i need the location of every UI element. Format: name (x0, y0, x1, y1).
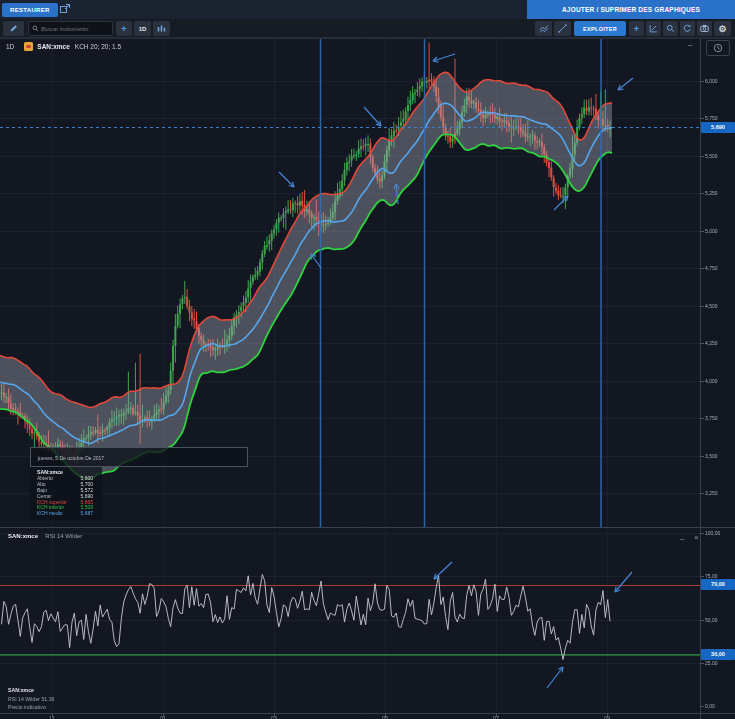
chart-symbol: SAN:xmce (37, 43, 70, 50)
clock-icon (713, 43, 723, 53)
search-icon (32, 25, 39, 32)
time-tick-label: 05 (382, 715, 388, 719)
draw-pencil-button[interactable] (3, 21, 24, 36)
rsi-lower-level-label: 30,00 (701, 649, 735, 660)
time-tick-label: 11 (49, 715, 55, 719)
price-tick-label: 3,250 (705, 490, 718, 496)
search-box[interactable] (28, 21, 113, 36)
settings-gear-icon[interactable]: ⚙ (714, 21, 731, 36)
rsi-tick-label: 25,00 (705, 660, 718, 666)
time-tick-label: 07 (493, 715, 499, 719)
external-link-icon[interactable] (59, 3, 73, 17)
minimize-chart-button[interactable]: – (688, 42, 692, 48)
rsi-footer-note: Precio indicativo (8, 703, 54, 712)
price-tick-label: 5,500 (705, 153, 718, 159)
tooltip-date: jueves, 5 De octubre De 2017 (30, 447, 248, 467)
refresh-icon[interactable] (680, 21, 695, 36)
last-price-label: 5,690 (701, 122, 735, 133)
compare-charts-icon[interactable] (535, 21, 552, 36)
price-tick-label: 5,250 (705, 190, 718, 196)
add-instrument-button[interactable]: + (116, 21, 132, 36)
price-tick-label: 4,000 (705, 378, 718, 384)
price-tick-label: 4,750 (705, 265, 718, 271)
chart-interval-label: 1D (6, 43, 14, 50)
chart-canvas[interactable] (0, 0, 735, 719)
chart-type-button[interactable] (153, 21, 170, 36)
tooltip-row: KCH medio5,687 (37, 511, 93, 517)
rsi-footer: SAN:xmce RSI 14 Wilder 51,36 Precio indi… (8, 686, 54, 712)
toolbar: + 1D EXPLOITER + ⚙ (0, 19, 735, 38)
trend-line-icon[interactable] (554, 21, 571, 36)
price-tick-label: 3,500 (705, 453, 718, 459)
chart-header: 1D SAN:xmce KCH 20; 20; 1.5 (6, 42, 121, 51)
time-tick-label: 03 (271, 715, 277, 719)
price-tick-label: 4,250 (705, 340, 718, 346)
exploit-button[interactable]: EXPLOITER (574, 21, 626, 36)
rsi-tick-label: 0,00 (705, 703, 715, 709)
time-tick-label: 09 (604, 715, 610, 719)
santander-logo-icon (24, 42, 33, 51)
search-input[interactable] (41, 26, 111, 32)
rsi-tick-label: 75,00 (705, 573, 718, 579)
price-tick-label: 6,000 (705, 78, 718, 84)
scale-tool-icon[interactable] (646, 21, 661, 36)
top-title-bar: RESTAURER AJOUTER / SUPRIMER DES GRAPHIQ… (0, 0, 735, 19)
time-tick-label: 01 (160, 715, 166, 719)
zoom-icon[interactable] (663, 21, 678, 36)
price-tick-label: 5,000 (705, 228, 718, 234)
camera-icon[interactable] (697, 21, 712, 36)
rsi-symbol: SAN:xmce (8, 533, 38, 539)
add-remove-charts-button[interactable]: AJOUTER / SUPRIMER DES GRAPHIQUES (527, 0, 735, 19)
data-tooltip: jueves, 5 De octubre De 2017 SAN:xmce Ab… (30, 447, 248, 520)
rsi-upper-level-label: 70,00 (701, 579, 735, 590)
rsi-footer-value: RSI 14 Wilder 51,36 (8, 695, 54, 704)
add-chart-button[interactable]: + (629, 21, 644, 36)
chart-indicator-label: KCH 20; 20; 1.5 (75, 43, 121, 50)
rsi-tick-label: 100,00 (705, 530, 720, 536)
price-tick-label: 4,500 (705, 303, 718, 309)
rsi-header: SAN:xmce RSI 14 Wilder (8, 533, 82, 539)
minimize-rsi-button[interactable]: – (680, 536, 684, 542)
rsi-footer-symbol: SAN:xmce (8, 686, 54, 695)
restore-button[interactable]: RESTAURER (2, 3, 58, 17)
rsi-indicator-label: RSI 14 Wilder (45, 533, 82, 539)
price-tick-label: 3,750 (705, 415, 718, 421)
price-tick-label: 5,750 (705, 115, 718, 121)
rsi-tick-label: 50,00 (705, 617, 718, 623)
close-rsi-button[interactable]: × (694, 535, 699, 541)
session-clock-button[interactable] (706, 40, 730, 56)
interval-button[interactable]: 1D (134, 21, 151, 36)
